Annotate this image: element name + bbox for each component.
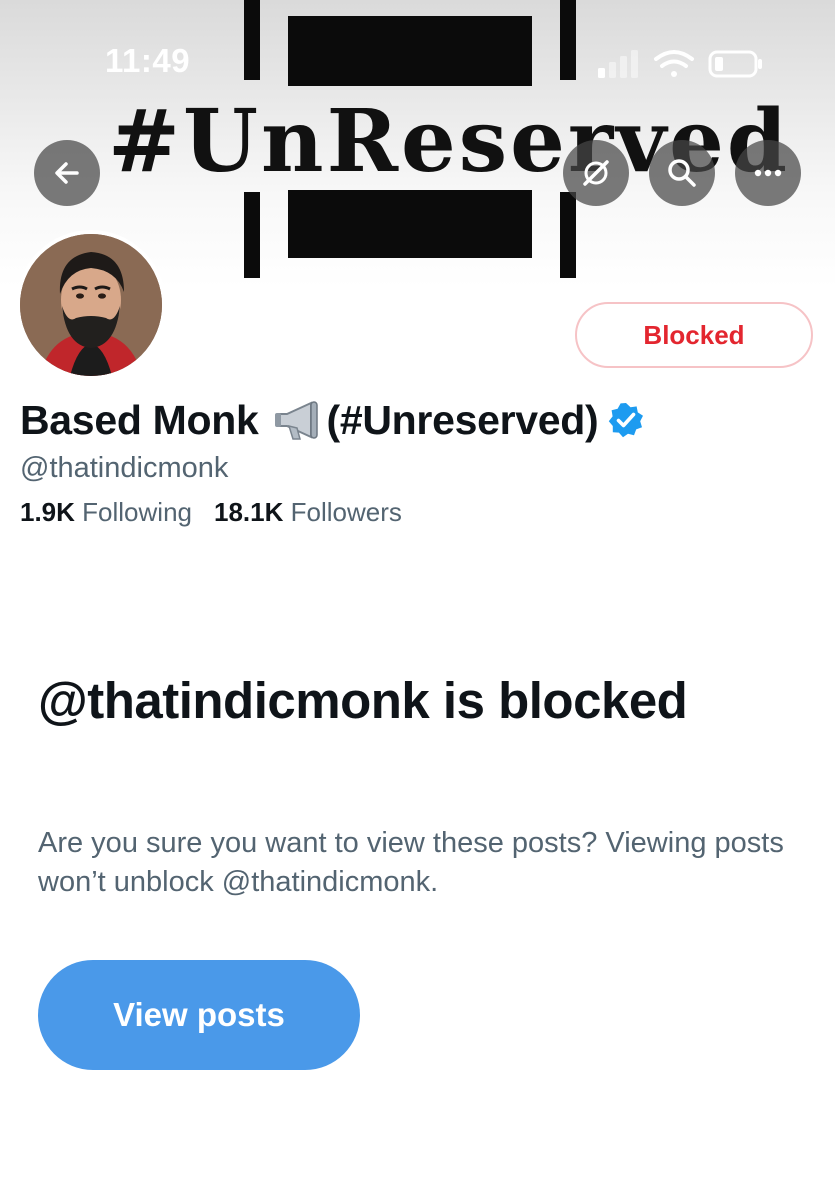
avatar-image — [20, 234, 162, 376]
cellular-signal-icon — [598, 50, 638, 78]
wifi-icon — [654, 50, 694, 77]
display-name-suffix: (#Unreserved) — [326, 396, 599, 443]
display-name: Based Monk — [20, 396, 259, 443]
search-button[interactable] — [649, 140, 715, 206]
blocked-button[interactable]: Blocked — [575, 302, 813, 368]
banner-bar-right-bottom — [560, 192, 576, 278]
search-icon — [668, 159, 696, 187]
grok-icon — [583, 160, 609, 186]
banner-bar-left-bottom — [244, 192, 260, 278]
avatar[interactable] — [16, 230, 166, 380]
blocked-notice-body: Are you sure you want to view these post… — [38, 827, 784, 898]
following-count: 1.9K — [20, 497, 75, 527]
back-button[interactable] — [34, 140, 100, 206]
battery-icon — [708, 50, 762, 78]
view-posts-button[interactable]: View posts — [38, 960, 360, 1070]
followers-count: 18.1K — [213, 497, 284, 527]
more-icon — [754, 169, 782, 177]
more-button[interactable] — [735, 140, 801, 206]
followers-label: Followers — [290, 497, 402, 527]
profile-handle: @thatindicmonk — [20, 452, 229, 484]
banner-bar-left-top — [244, 0, 260, 80]
status-icons — [598, 50, 762, 78]
status-time: 11:49 — [105, 42, 191, 79]
following-label: Following — [82, 497, 192, 527]
following-link[interactable]: 1.9K Following — [20, 497, 192, 527]
followers-link[interactable]: 18.1K Followers — [214, 497, 402, 527]
arrow-left-icon — [55, 162, 79, 184]
grok-button[interactable] — [563, 140, 629, 206]
profile-name-row: Based Monk (#Unreserved) — [20, 392, 644, 448]
profile-stats: 1.9K Following 18.1K Followers — [20, 497, 402, 528]
banner-block-bottom — [288, 190, 532, 258]
banner-bar-right-top — [560, 0, 576, 80]
banner-block-top — [288, 16, 532, 86]
blocked-notice-title: @thatindicmonk is blocked — [38, 672, 688, 729]
megaphone-icon — [274, 401, 318, 440]
verified-badge-icon[interactable] — [608, 402, 644, 438]
